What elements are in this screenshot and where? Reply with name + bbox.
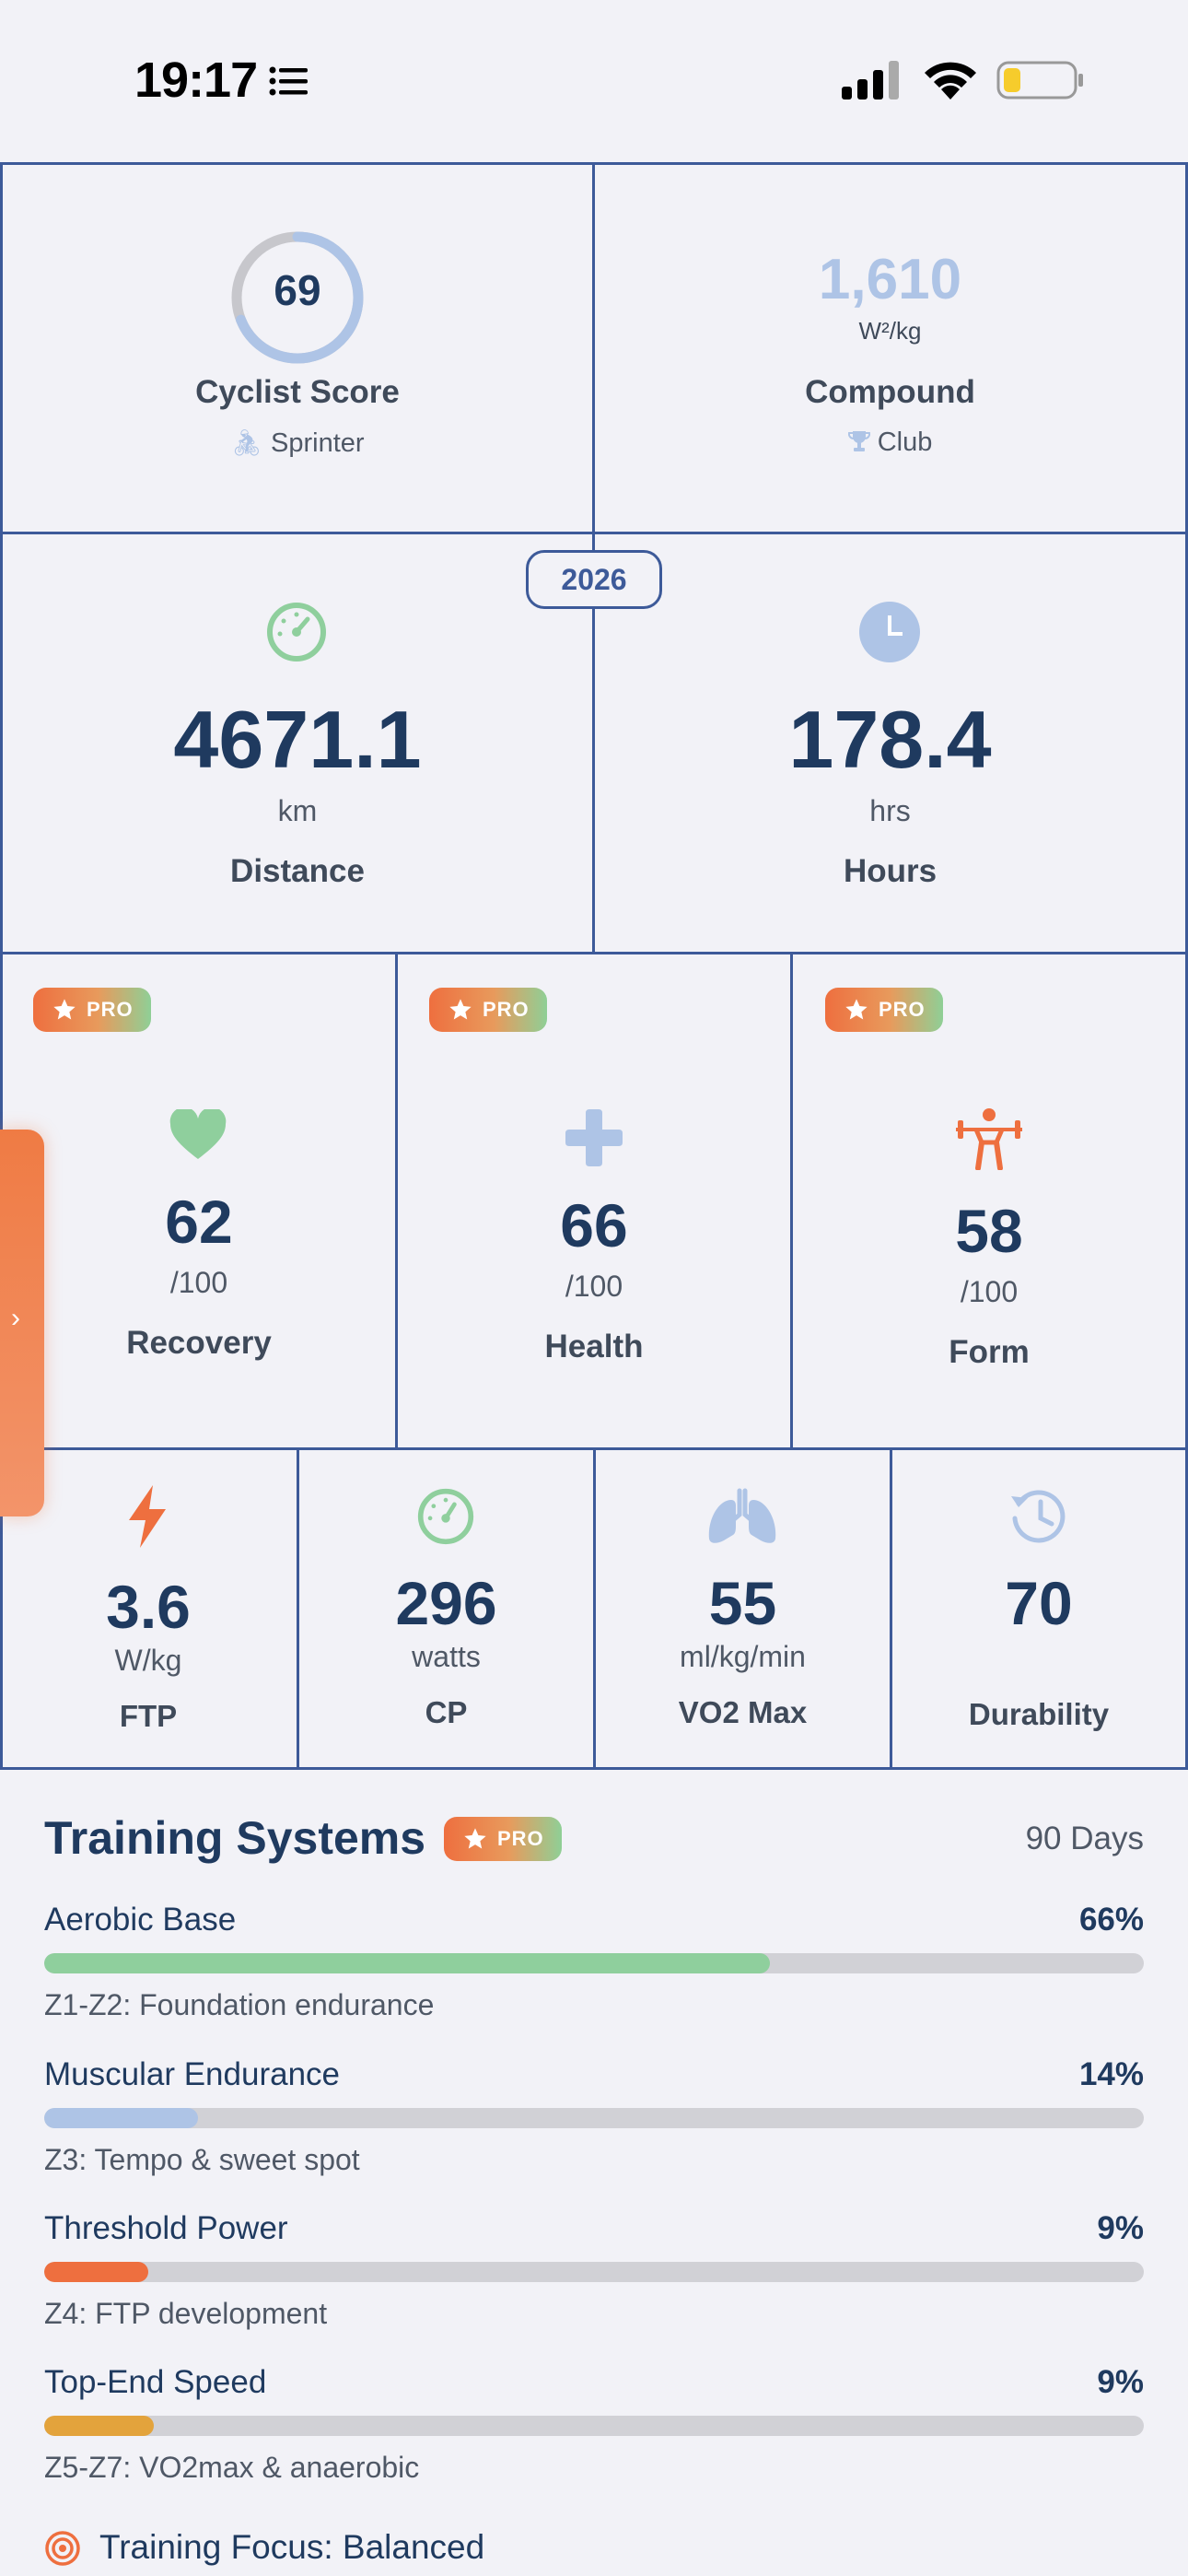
progress-fill — [44, 2108, 199, 2128]
star-icon — [845, 999, 868, 1020]
hours-unit: hrs — [869, 794, 911, 827]
form-unit: /100 — [960, 1275, 1019, 1308]
history-icon — [1011, 1490, 1066, 1543]
rider-type: 🚴︎ Sprinter — [230, 428, 365, 458]
compound-value: 1,610 — [818, 248, 962, 311]
health-unit: /100 — [565, 1270, 623, 1303]
progress-bar — [44, 2416, 1144, 2436]
compound-unit: W²/kg — [858, 317, 922, 345]
compound-label: Compound — [805, 374, 975, 410]
recovery-unit: /100 — [169, 1266, 228, 1299]
system-name: Top-End Speed — [44, 2364, 267, 2400]
pro-badge: PRO — [429, 988, 547, 1032]
bolt-icon — [129, 1485, 166, 1548]
club-tier: Club — [592, 427, 1188, 458]
cyclist-icon: 🚴︎ — [230, 428, 263, 457]
training-focus: Training Focus: Balanced — [99, 2528, 485, 2566]
vo2max-value: 55 — [708, 1569, 777, 1637]
clock-icon — [859, 602, 920, 662]
durability-label: Durability — [968, 1697, 1110, 1731]
pro-badge: PRO — [825, 988, 943, 1032]
cp-value: 296 — [395, 1569, 497, 1637]
distance-value: 4671.1 — [173, 694, 422, 785]
pro-badge: PRO — [33, 988, 151, 1032]
compound-card[interactable] — [592, 162, 1188, 534]
system-description: Z4: FTP development — [44, 2297, 328, 2330]
cp-unit: watts — [412, 1640, 481, 1673]
progress-fill — [44, 1953, 771, 1973]
form-value: 58 — [955, 1197, 1023, 1265]
distance-unit: km — [277, 794, 318, 827]
progress-bar — [44, 1953, 1144, 1973]
plus-icon — [565, 1109, 623, 1166]
progress-fill — [44, 2416, 155, 2436]
cp-label: CP — [425, 1695, 468, 1729]
progress-bar — [44, 2262, 1144, 2282]
weightlifter-icon — [956, 1108, 1022, 1170]
cellular-signal-icon — [842, 61, 899, 100]
status-bar: 19:17 — [0, 0, 1188, 162]
system-percent: 14% — [1078, 2056, 1144, 2092]
progress-fill — [44, 2262, 149, 2282]
chevron-right-icon: › — [11, 1303, 20, 1333]
star-icon — [464, 1828, 486, 1849]
ftp-unit: W/kg — [114, 1644, 182, 1677]
year-selector[interactable]: 2026 — [526, 550, 662, 609]
system-name: Muscular Endurance — [44, 2056, 340, 2092]
system-name: Threshold Power — [44, 2210, 288, 2246]
system-name: Aerobic Base — [44, 1902, 237, 1938]
hours-value: 178.4 — [788, 694, 992, 785]
system-percent: 9% — [1097, 2364, 1144, 2400]
durability-value: 70 — [1005, 1569, 1073, 1637]
trophy-icon — [847, 431, 870, 451]
heart-icon — [169, 1109, 227, 1159]
gauge-icon — [417, 1488, 474, 1545]
system-percent: 66% — [1078, 1902, 1144, 1938]
wifi-icon — [925, 62, 976, 100]
vo2max-label: VO2 Max — [678, 1695, 808, 1729]
hours-label: Hours — [843, 853, 938, 889]
period-selector[interactable]: 90 Days — [1026, 1821, 1144, 1857]
speedometer-icon — [267, 603, 326, 662]
health-label: Health — [544, 1329, 644, 1364]
system-description: Z1-Z2: Foundation endurance — [44, 1988, 435, 2021]
system-description: Z3: Tempo & sweet spot — [44, 2143, 360, 2176]
distance-label: Distance — [230, 853, 365, 889]
target-icon — [45, 2531, 80, 2566]
vo2max-unit: ml/kg/min — [680, 1640, 806, 1673]
battery-icon — [996, 61, 1083, 100]
form-label: Form — [949, 1334, 1030, 1370]
ftp-label: FTP — [119, 1699, 178, 1733]
health-value: 66 — [560, 1191, 628, 1259]
recovery-value: 62 — [165, 1188, 233, 1256]
pro-badge: PRO — [444, 1817, 562, 1861]
lungs-icon — [708, 1488, 776, 1543]
training-systems-title: Training Systems — [44, 1812, 426, 1864]
cyclist-score-label: Cyclist Score — [195, 374, 400, 410]
system-description: Z5-Z7: VO2max & anaerobic — [44, 2451, 420, 2484]
recovery-label: Recovery — [126, 1325, 272, 1361]
ftp-value: 3.6 — [106, 1573, 191, 1641]
status-time: 19:17 — [134, 53, 258, 108]
cyclist-score-value: 69 — [274, 266, 321, 314]
system-percent: 9% — [1097, 2210, 1144, 2246]
list-icon — [269, 66, 308, 96]
star-icon — [449, 999, 472, 1020]
progress-bar — [44, 2108, 1144, 2128]
star-icon — [53, 999, 76, 1020]
side-drawer-handle[interactable]: › — [0, 1130, 44, 1516]
